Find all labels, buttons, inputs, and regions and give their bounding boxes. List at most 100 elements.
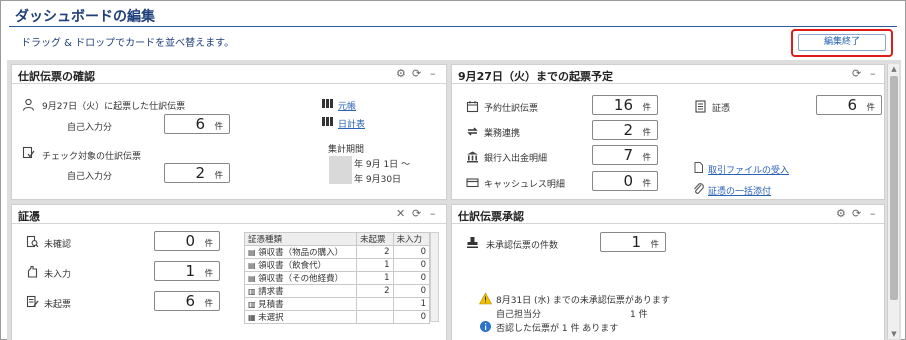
unentered-count: 0 <box>392 310 430 324</box>
refresh-icon[interactable]: ⟳ <box>412 68 421 80</box>
voucher-status-label: 未入力 <box>44 270 72 280</box>
calendar-icon <box>466 101 479 113</box>
bulk-attach-link[interactable]: 証憑の一括添付 <box>708 184 771 197</box>
voucher-label: 証憑 <box>712 104 731 114</box>
table-row[interactable]: ▥ 請求書 2 0 <box>244 284 430 298</box>
card-title: 仕訳伝票の確認 <box>18 70 95 83</box>
unentered-count: 0 <box>392 258 430 272</box>
card-header[interactable]: 仕訳伝票承認 ⚙ ⟳ – <box>452 205 884 224</box>
table-row[interactable]: ▥ 見積書 1 <box>244 297 430 311</box>
card-header[interactable]: 仕訳伝票の確認 ⚙ ⟳ – <box>12 65 446 84</box>
page-subtitle: ドラッグ & ドロップでカードを並べ替えます。 <box>21 38 235 49</box>
minimize-icon[interactable]: – <box>430 68 436 80</box>
voucher-type-name: 領収書（その他経費） <box>258 274 344 284</box>
journal-today-label: 9月27日（火）に起票した仕訳伝票 <box>42 102 186 112</box>
voucher-type-name: 未選択 <box>258 313 284 323</box>
table-scrollbar[interactable] <box>430 232 439 322</box>
file-import-icon <box>694 162 703 173</box>
scroll-up-arrow[interactable]: ▲ <box>889 65 899 73</box>
tools-icon[interactable]: ✕ <box>396 208 405 220</box>
card-icon <box>466 178 479 188</box>
card-header[interactable]: 9月27日（火）までの起票予定 ⟳ – <box>452 65 884 84</box>
schedule-item-count[interactable]: 7 件 <box>592 145 658 165</box>
voucher-type-table: 証憑種類 未起票 未入力 ▤ 領収書（物品の購入） 2 0 ▤ 領収書（飲食代） 1 0… <box>244 232 430 324</box>
unselected-icon: ▦ <box>248 313 259 322</box>
voucher-status-count[interactable]: 0 件 <box>154 231 220 251</box>
minimize-icon[interactable]: – <box>430 208 436 220</box>
document-icon <box>695 100 706 113</box>
unapproved-label: 未承認伝票の件数 <box>486 241 559 251</box>
refresh-icon[interactable]: ⟳ <box>852 68 861 80</box>
unentered-count: 1 <box>392 297 430 311</box>
schedule-item-label: キャッシュレス明細 <box>484 180 565 190</box>
schedule-item-count[interactable]: 16 件 <box>592 95 658 115</box>
journal-check-card[interactable]: 仕訳伝票の確認 ⚙ ⟳ – 9月27日（火）に起票した仕訳伝票 自己入力分 6 … <box>11 64 447 200</box>
journal-today-sub: 自己入力分 <box>67 123 113 133</box>
voucher-type-name: 領収書（飲食代） <box>258 261 327 271</box>
import-file-link[interactable]: 取引ファイルの受入 <box>708 163 789 176</box>
table-row[interactable]: ▤ 領収書（その他経費） 1 0 <box>244 271 430 285</box>
estimate-icon: ▥ <box>248 300 259 309</box>
voucher-status-count[interactable]: 6 件 <box>154 291 220 311</box>
daily-report-link[interactable]: 日計表 <box>338 117 365 130</box>
card-title: 仕訳伝票承認 <box>458 210 524 223</box>
voucher-status-count[interactable]: 1 件 <box>154 261 220 281</box>
info-icon <box>480 321 491 332</box>
period-to: 年 9月30日 <box>354 175 402 185</box>
unposted-count: 1 <box>356 271 394 285</box>
schedule-item-label: 予約仕訳伝票 <box>484 104 539 114</box>
minimize-icon[interactable]: – <box>870 208 876 220</box>
schedule-item-count[interactable]: 0 件 <box>592 171 658 191</box>
period-label: 集計期間 <box>328 145 365 155</box>
scroll-down-arrow[interactable]: ▼ <box>889 330 899 338</box>
receipt-icon: ▤ <box>248 261 259 270</box>
card-title: 9月27日（火）までの起票予定 <box>458 70 613 83</box>
search-document-icon <box>26 235 39 248</box>
voucher-type-name: 領収書（物品の購入） <box>258 248 344 258</box>
voucher-status-label: 未起票 <box>44 300 72 310</box>
refresh-icon[interactable]: ⟳ <box>412 208 421 220</box>
voucher-count[interactable]: 6 件 <box>816 95 882 115</box>
voucher-type-name: 見積書 <box>258 300 284 310</box>
table-row[interactable]: ▤ 領収書（飲食代） 1 0 <box>244 258 430 272</box>
receipt-icon: ▤ <box>248 274 259 283</box>
rejected-info: 否認した伝票が 1 件 あります <box>496 324 619 334</box>
vouchers-card[interactable]: 証憑 ✕ ⟳ – 未確認 0 件 未入力 1 件 未起票 6 件 証憑種類 未起… <box>11 204 447 340</box>
unposted-count: 2 <box>356 284 394 298</box>
column-header: 未起票 <box>356 232 394 246</box>
stamp-icon <box>467 237 478 248</box>
unposted-count: 2 <box>356 245 394 259</box>
refresh-icon[interactable]: ⟳ <box>852 208 861 220</box>
scroll-thumb[interactable] <box>890 76 898 300</box>
table-row[interactable]: ▤ 領収書（物品の購入） 2 0 <box>244 245 430 259</box>
unentered-count: 0 <box>392 284 430 298</box>
posting-schedule-card[interactable]: 9月27日（火）までの起票予定 ⟳ – 予約仕訳伝票 16 件 業務連携 2 件… <box>451 64 885 200</box>
unentered-count: 0 <box>392 271 430 285</box>
unposted-document-icon <box>26 295 39 308</box>
journal-check-label: チェック対象の仕訳伝票 <box>42 152 142 162</box>
self-assigned-count: 1 件 <box>630 310 648 320</box>
card-title: 証憑 <box>18 210 40 223</box>
finish-edit-button[interactable]: 編集終了 <box>798 34 886 51</box>
gear-icon[interactable]: ⚙ <box>836 208 846 220</box>
workspace-scrollbar[interactable]: ▲ ▼ <box>887 64 899 339</box>
page-title: ダッシュボードの編集 <box>15 9 155 25</box>
period-from: 年 9月 1日 ～ <box>354 160 411 170</box>
ledger-link[interactable]: 元帳 <box>338 99 356 112</box>
journal-check-count[interactable]: 2 件 <box>164 163 230 183</box>
card-header[interactable]: 証憑 ✕ ⟳ – <box>12 205 446 224</box>
gear-icon[interactable]: ⚙ <box>396 68 406 80</box>
schedule-item-label: 業務連携 <box>484 129 521 139</box>
table-row[interactable]: ▦ 未選択 0 <box>244 310 430 324</box>
unapproved-count[interactable]: 1 件 <box>600 232 666 252</box>
journal-today-count[interactable]: 6 件 <box>164 114 230 134</box>
minimize-icon[interactable]: – <box>870 68 876 80</box>
bank-icon <box>467 151 478 163</box>
voucher-status-label: 未確認 <box>44 240 72 250</box>
journal-approval-card[interactable]: 仕訳伝票承認 ⚙ ⟳ – 未承認伝票の件数 1 件 8月31日 (水) までの未… <box>451 204 885 340</box>
journal-check-sub: 自己入力分 <box>67 172 113 182</box>
invoice-icon: ▥ <box>248 287 259 296</box>
dashboard-edit-window: ダッシュボードの編集 ドラッグ & ドロップでカードを並べ替えます。 編集終了 … <box>0 0 906 340</box>
schedule-item-count[interactable]: 2 件 <box>592 120 658 140</box>
overdue-warning: 8月31日 (水) までの未承認伝票があります <box>496 296 670 306</box>
